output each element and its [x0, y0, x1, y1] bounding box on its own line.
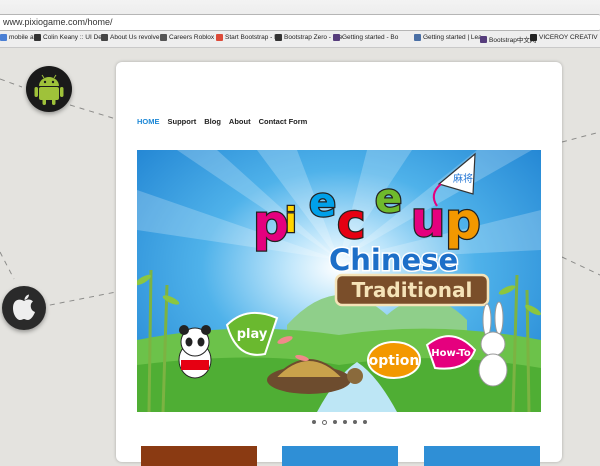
bookmark-item[interactable]: Bootstrap中文网: [480, 34, 536, 44]
bookmark-item[interactable]: Start Bootstrap - Fr: [216, 34, 280, 41]
browser-toolbar: www.pixiogame.com/home/: [0, 0, 600, 31]
bookmark-favicon-icon: [0, 34, 7, 41]
bookmark-item[interactable]: Colin Keany :: UI De: [34, 34, 102, 41]
bookmark-favicon-icon: [216, 34, 223, 41]
logo-letter: u: [411, 192, 445, 248]
bookmark-favicon-icon: [275, 34, 282, 41]
bookmark-item[interactable]: Getting started | Lea: [414, 34, 482, 41]
logo-letter: p: [253, 194, 289, 252]
slider-dot[interactable]: [363, 420, 367, 424]
main-nav: HOME Support Blog About Contact Form: [137, 117, 315, 126]
apple-icon[interactable]: [2, 286, 46, 330]
nav-item-about[interactable]: About: [229, 117, 251, 126]
nav-item-contact-form[interactable]: Contact Form: [259, 117, 308, 126]
howto-label: How-To: [431, 348, 471, 359]
bookmark-favicon-icon: [34, 34, 41, 41]
slider-dot[interactable]: [343, 420, 347, 424]
android-icon[interactable]: [26, 66, 72, 112]
content-card: HOME Support Blog About Contact Form 麻将 …: [116, 62, 562, 466]
bookmark-label: Careers Roblox: [169, 34, 215, 41]
kite-label: 麻将: [453, 172, 473, 185]
banner-subtitle: Chinese: [329, 243, 458, 277]
bookmark-label: Getting started | Lea: [423, 34, 482, 41]
slider-pagination: [312, 420, 367, 425]
bookmark-favicon-icon: [160, 34, 167, 41]
nav-item-blog[interactable]: Blog: [204, 117, 221, 126]
slider-dot[interactable]: [312, 420, 316, 424]
nav-item-support[interactable]: Support: [168, 117, 197, 126]
option-label: option: [369, 353, 420, 369]
slider-dot[interactable]: [333, 420, 337, 424]
bookmark-item[interactable]: Getting started - Bo: [333, 34, 398, 41]
bookmark-label: About Us revolve: [110, 34, 160, 41]
bookmark-label: Getting started - Bo: [342, 34, 399, 41]
bookmark-favicon-icon: [101, 34, 108, 41]
bookmark-label: VICEROY CREATIV: [539, 34, 598, 41]
address-bar[interactable]: www.pixiogame.com/home/: [0, 14, 600, 31]
nav-item-home[interactable]: HOME: [137, 117, 160, 126]
logo-letter: e: [375, 176, 402, 222]
bookmark-favicon-icon: [414, 34, 421, 41]
thumbnail-1[interactable]: [141, 446, 257, 466]
logo-letter: i: [285, 201, 297, 241]
play-label: play: [237, 327, 268, 342]
bookmark-item[interactable]: About Us revolve: [101, 34, 160, 41]
bookmark-label: Colin Keany :: UI De: [43, 34, 102, 41]
slider-dot[interactable]: [322, 420, 327, 425]
banner-illustration: 麻将 pieceup Chinese Traditional play: [137, 150, 541, 412]
hero-banner[interactable]: 麻将 pieceup Chinese Traditional play opti…: [137, 150, 541, 412]
logo-letter: e: [309, 180, 336, 226]
ribbon-label: Traditional: [352, 278, 473, 302]
bookmark-favicon-icon: [333, 34, 340, 41]
thumbnail-3[interactable]: [424, 446, 540, 466]
bookmark-item[interactable]: Careers Roblox: [160, 34, 214, 41]
bookmark-label: Start Bootstrap - Fr: [225, 34, 281, 41]
logo-letter: p: [445, 192, 481, 250]
bookmark-favicon-icon: [530, 34, 537, 41]
thumbnail-2[interactable]: [282, 446, 398, 466]
bookmark-item[interactable]: VICEROY CREATIV: [530, 34, 598, 41]
logo-letter: c: [337, 194, 365, 250]
bookmarks-bar: mobile app Colin Keany :: UI De About Us r…: [0, 31, 600, 48]
bookmark-favicon-icon: [480, 35, 487, 43]
slider-dot[interactable]: [353, 420, 357, 424]
